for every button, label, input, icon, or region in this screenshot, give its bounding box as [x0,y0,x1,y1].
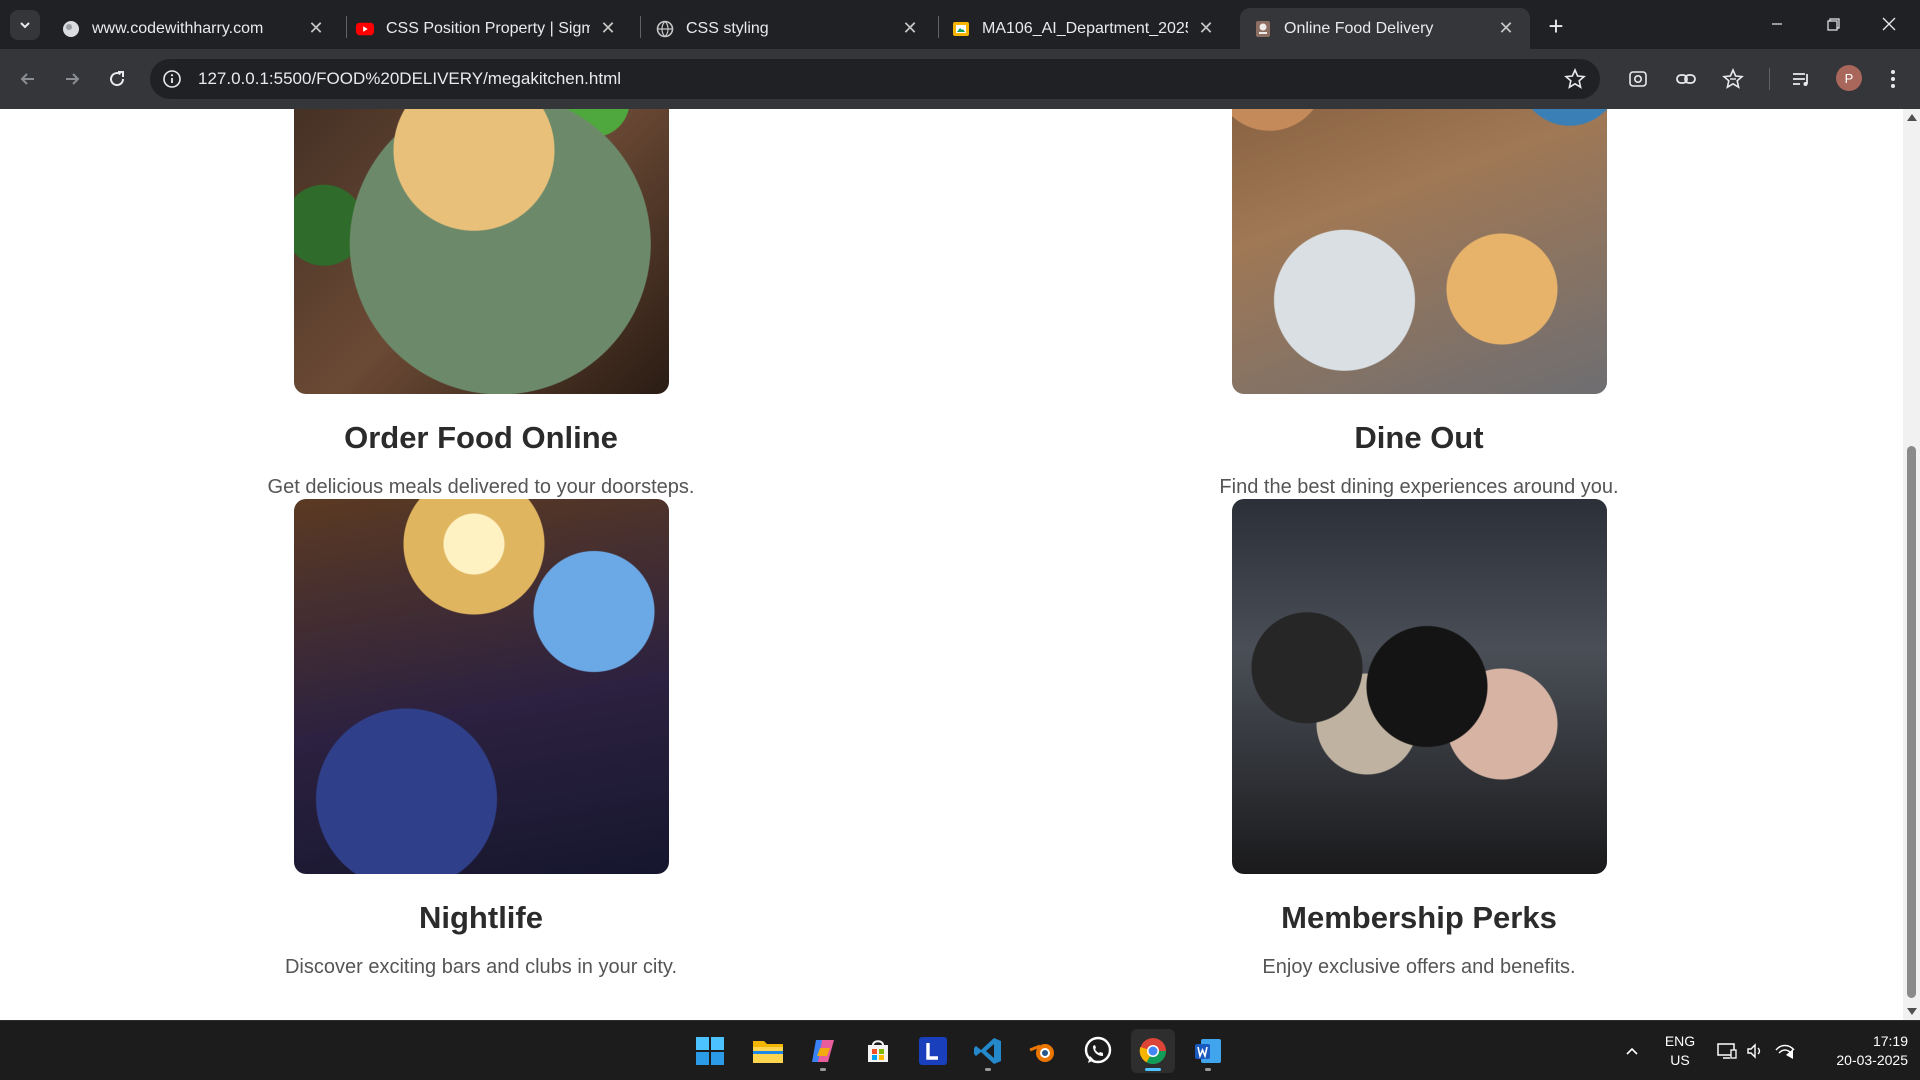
reload-icon [110,71,125,87]
youtube-icon [356,20,374,38]
scroll-up-arrow[interactable] [1907,114,1917,121]
tab-css-position[interactable]: CSS Position Property | Sigma W ✕ [342,8,632,49]
url-text: 127.0.0.1:5500/FOOD%20DELIVERY/megakitch… [198,69,622,88]
tab-title: Online Food Delivery [1284,19,1434,37]
card-description: Get delicious meals delivered to your do… [267,476,695,498]
tab-online-food-delivery[interactable]: Online Food Delivery ✕ [1240,8,1530,49]
toolbar-divider [1769,68,1770,90]
tab-divider [640,16,641,38]
close-icon[interactable]: ✕ [900,18,920,39]
windows-start-icon[interactable] [688,1029,732,1073]
page-viewport: Order Food Online Get delicious meals de… [0,109,1903,1020]
tab-css-styling[interactable]: CSS styling ✕ [642,8,934,49]
system-clock[interactable]: 17:19 20-03-2025 [1812,1032,1908,1070]
region-code: US [1670,1052,1690,1068]
scroll-down-arrow[interactable] [1907,1008,1917,1015]
close-icon[interactable]: ✕ [1496,18,1516,39]
card-title: Order Food Online [344,420,618,455]
nightclub-image [293,499,669,874]
elegant-people-image [1231,499,1607,874]
whatsapp-icon[interactable] [1076,1029,1120,1073]
chevron-down-icon [20,22,30,29]
tab-title: CSS styling [686,19,769,37]
copilot-icon[interactable] [801,1029,845,1073]
language-indicator[interactable]: ENG US [1660,1032,1700,1070]
vscode-icon[interactable] [966,1029,1010,1073]
blender-icon[interactable] [1021,1029,1065,1073]
back-button[interactable] [12,63,44,95]
food-platter-image [293,109,669,394]
bookmark-star-icon[interactable] [1564,68,1586,90]
running-indicator [1205,1068,1211,1071]
card-description: Find the best dining experiences around … [1219,476,1619,498]
clock-date: 20-03-2025 [1836,1052,1908,1068]
minimize-button[interactable] [1754,6,1800,42]
globe-icon [656,20,674,38]
tab-ma106[interactable]: MA106_AI_Department_2025 A ✕ [938,8,1230,49]
new-tab-button[interactable]: + [1542,11,1570,41]
screenshot-icon[interactable] [1626,67,1650,91]
card-title: Membership Perks [1281,900,1557,935]
running-indicator [820,1068,826,1071]
service-card-nightlife[interactable]: Nightlife Discover exciting bars and clu… [201,499,761,979]
tab-strip: www.codewithharry.com ✕ CSS Position Pro… [0,0,1920,49]
close-window-button[interactable] [1866,6,1912,42]
close-icon[interactable]: ✕ [1196,18,1216,39]
card-title: Nightlife [419,900,543,935]
card-title: Dine Out [1354,420,1484,455]
file-explorer-icon[interactable] [746,1029,790,1073]
running-indicator [1145,1068,1161,1071]
language-code: ENG [1664,1033,1696,1049]
tab-codewithharry[interactable]: www.codewithharry.com ✕ [48,8,340,49]
address-bar[interactable]: 127.0.0.1:5500/FOOD%20DELIVERY/megakitch… [150,59,1600,99]
restore-icon [1826,17,1840,31]
forward-button[interactable] [56,63,88,95]
browser-toolbar: 127.0.0.1:5500/FOOD%20DELIVERY/megakitch… [0,49,1920,109]
close-icon [1882,17,1896,31]
volume-icon[interactable] [1744,1040,1766,1062]
microsoft-store-icon[interactable] [856,1029,900,1073]
arrow-right-icon [66,73,80,85]
globe-icon [62,20,80,38]
link-icon[interactable] [1674,67,1698,91]
slides-icon [952,20,970,38]
service-card-dine-out[interactable]: Dine Out Find the best dining experience… [1139,109,1699,499]
dining-table-image [1231,109,1607,394]
windows-taskbar: ENG US 17:19 20-03-2025 [0,1020,1920,1080]
word-icon[interactable] [1186,1029,1230,1073]
clock-time: 17:19 [1872,1033,1908,1049]
card-description: Discover exciting bars and clubs in your… [284,956,677,978]
minimize-icon [1772,23,1782,25]
site-favicon-icon [1254,20,1272,38]
reload-button[interactable] [101,63,133,95]
arrow-left-icon [20,73,34,85]
close-icon[interactable]: ✕ [306,18,326,39]
tab-title: www.codewithharry.com [92,19,264,37]
battery-network-icon[interactable] [1774,1040,1796,1062]
close-icon[interactable]: ✕ [598,18,618,39]
profile-avatar[interactable]: P [1836,65,1862,91]
chevron-up-icon[interactable] [1621,1040,1643,1062]
page-scrollbar[interactable] [1903,109,1920,1020]
card-description: Enjoy exclusive offers and benefits. [1262,956,1576,978]
site-info-icon[interactable] [162,69,182,89]
service-card-membership[interactable]: Membership Perks Enjoy exclusive offers … [1139,499,1699,979]
l-app-icon[interactable] [911,1029,955,1073]
running-indicator [985,1068,991,1071]
service-card-order-food[interactable]: Order Food Online Get delicious meals de… [201,109,761,499]
chrome-icon[interactable] [1131,1029,1175,1073]
media-controls-icon[interactable] [1789,67,1813,91]
tab-title: MA106_AI_Department_2025 A [982,19,1188,37]
restore-button[interactable] [1810,6,1856,42]
favorites-icon[interactable] [1721,67,1745,91]
tab-search-button[interactable] [10,10,40,40]
more-menu-icon[interactable] [1881,67,1905,91]
scroll-thumb[interactable] [1907,446,1916,998]
display-icon[interactable] [1716,1040,1738,1062]
tab-title: CSS Position Property | Sigma W [386,19,590,37]
